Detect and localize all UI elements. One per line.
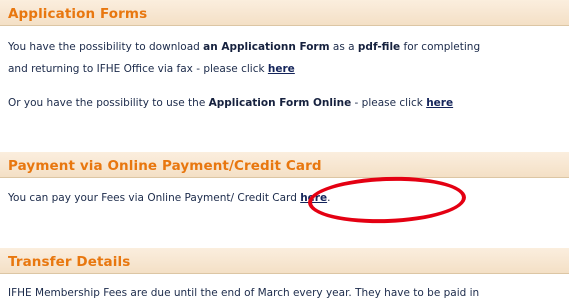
application-forms-section: Application Forms [0, 0, 569, 26]
application-form-online-here-link[interactable]: here [426, 97, 453, 109]
text: and returning to IFHE Office via fax - p… [8, 63, 268, 75]
text: as a [329, 41, 358, 53]
payment-paragraph: You can pay your Fees via Online Payment… [8, 188, 564, 208]
text: You can pay your Fees via Online Payment… [8, 192, 301, 204]
online-payment-here-link[interactable]: here [300, 192, 327, 204]
download-pdf-here-link[interactable]: here [268, 63, 295, 75]
transfer-header: Transfer Details [0, 248, 569, 274]
application-forms-paragraph-2: Or you have the possibility to use the A… [8, 93, 564, 113]
bold-text: an Applicationn Form [203, 41, 330, 53]
text: Or you have the possibility to use the [8, 97, 209, 109]
text: You have the possibility to download [8, 41, 204, 53]
application-forms-paragraph-1: You have the possibility to download an … [8, 37, 564, 57]
transfer-section: Transfer Details [0, 248, 569, 274]
text: IFHE Membership Fees are due until the e… [8, 287, 480, 299]
text: . [327, 192, 331, 204]
payment-header: Payment via Online Payment/Credit Card [0, 152, 569, 178]
transfer-title: Transfer Details [8, 254, 131, 270]
text: for completing [400, 41, 481, 53]
application-forms-header: Application Forms [0, 0, 569, 26]
application-forms-title: Application Forms [8, 6, 148, 22]
application-forms-paragraph-1-line-2: and returning to IFHE Office via fax - p… [8, 59, 564, 79]
bold-text: Application Form Online [208, 97, 352, 109]
payment-title: Payment via Online Payment/Credit Card [8, 158, 322, 174]
text: - please click [351, 97, 427, 109]
transfer-paragraph: IFHE Membership Fees are due until the e… [8, 283, 564, 303]
payment-section: Payment via Online Payment/Credit Card [0, 152, 569, 178]
bold-text: pdf-file [357, 41, 401, 53]
